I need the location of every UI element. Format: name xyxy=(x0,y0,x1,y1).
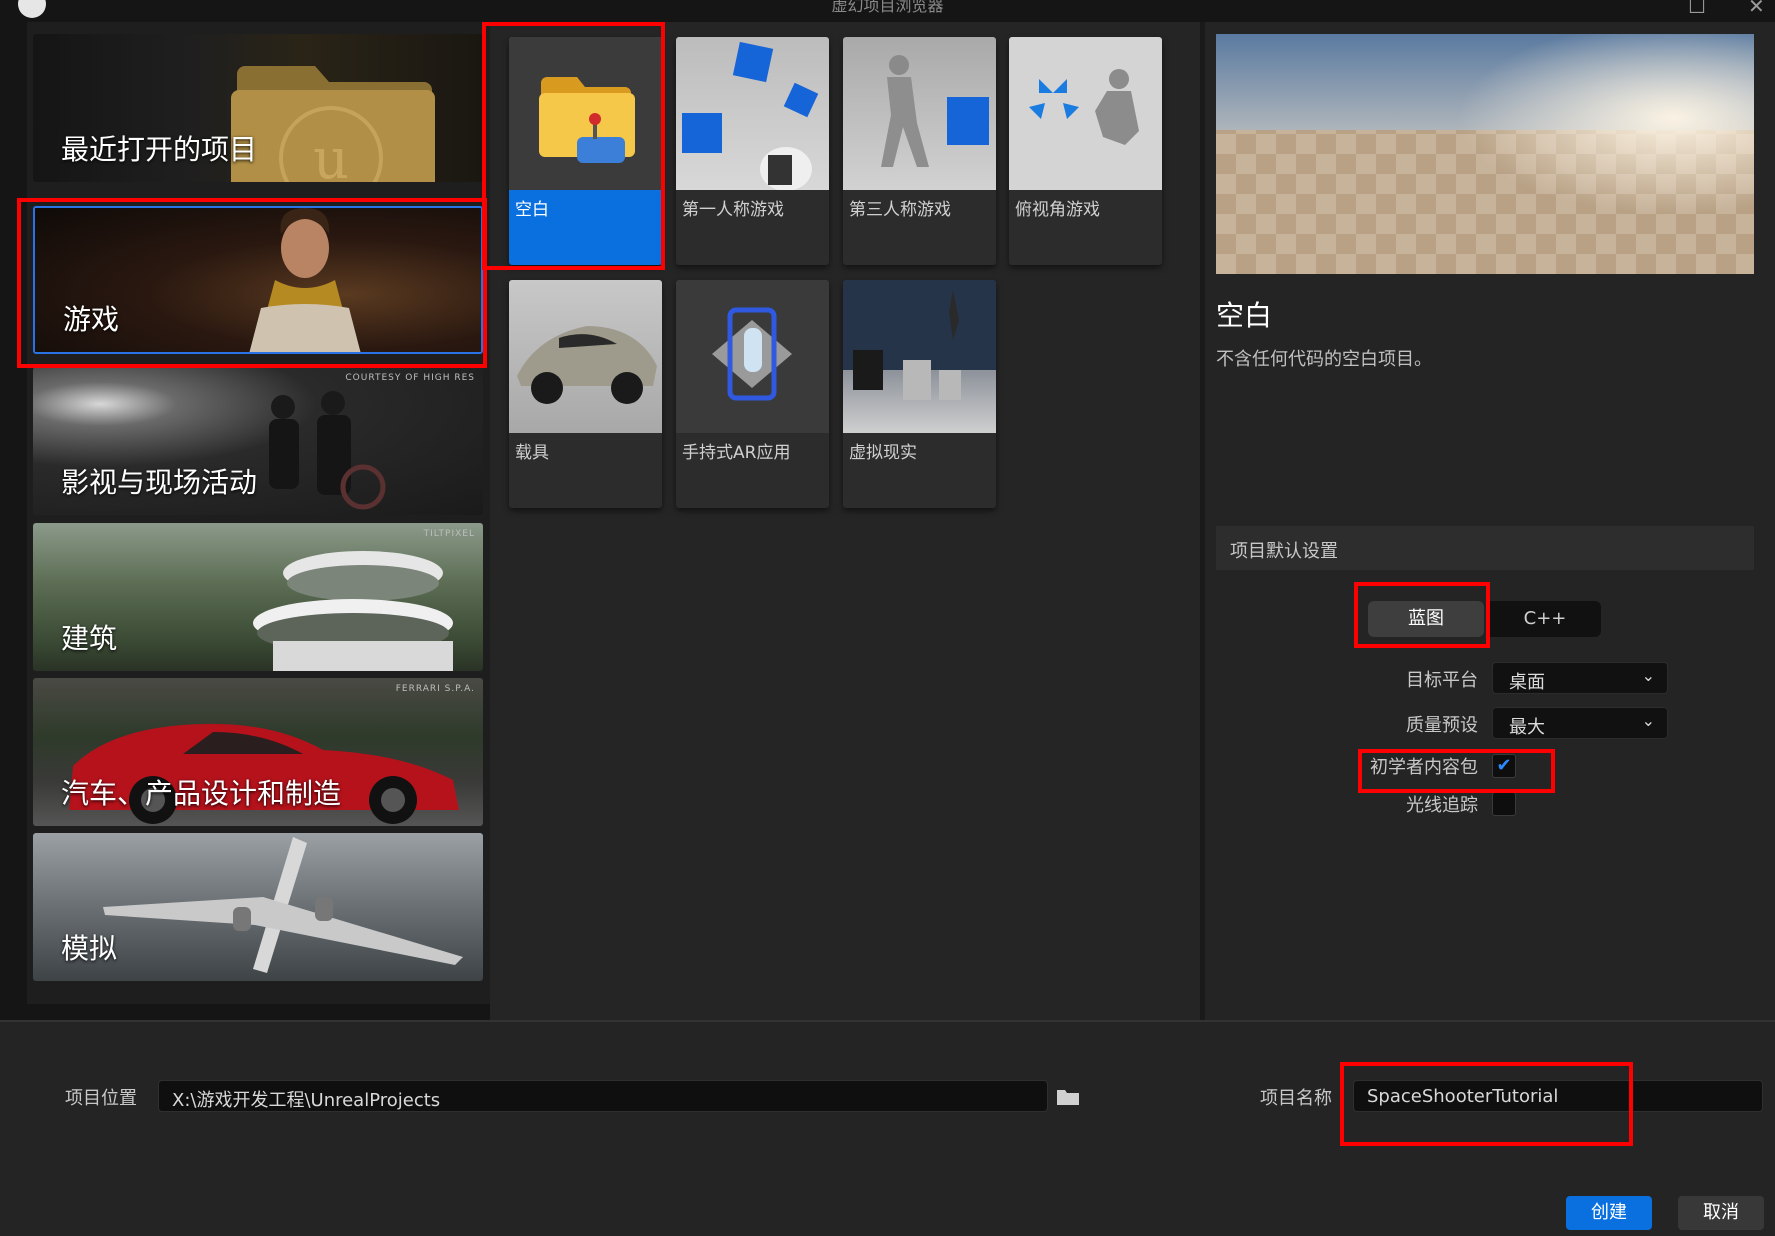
blueprint-toggle-button[interactable]: 蓝图 xyxy=(1368,601,1484,637)
project-location-input[interactable]: X:\游戏开发工程\UnrealProjects xyxy=(158,1080,1048,1112)
raytracing-label: 光线追踪 xyxy=(1406,795,1478,816)
top-down-icon xyxy=(1029,69,1139,145)
close-icon[interactable]: ✕ xyxy=(1748,0,1765,18)
vr-icon xyxy=(843,280,996,400)
category-automotive[interactable]: FERRARI S.P.A. 汽车、产品设计和制造 xyxy=(33,678,483,826)
project-location-label: 项目位置 xyxy=(65,1088,137,1109)
svg-text:u: u xyxy=(313,127,349,182)
quality-preset-label: 质量预设 xyxy=(1406,715,1478,736)
image-credit: TILTPIXEL xyxy=(423,529,475,539)
category-film-live-events[interactable]: COURTESY OF HIGH RES 影视与现场活动 xyxy=(33,367,483,515)
first-person-icon xyxy=(682,41,819,190)
template-first-person[interactable]: 第一人称游戏 xyxy=(676,37,829,265)
template-vehicle[interactable]: 载具 xyxy=(509,280,662,508)
template-third-person[interactable]: 第三人称游戏 xyxy=(843,37,996,265)
raytracing-checkbox[interactable] xyxy=(1492,792,1516,816)
template-label: 俯视角游戏 xyxy=(1015,200,1100,220)
template-label: 虚拟现实 xyxy=(849,443,917,463)
checkmark-icon: ✔ xyxy=(1496,755,1512,776)
template-blank[interactable]: 空白 xyxy=(509,37,662,265)
cancel-button[interactable]: 取消 xyxy=(1678,1196,1764,1230)
template-handheld-ar[interactable]: 手持式AR应用 xyxy=(676,280,829,508)
cpp-toggle-button[interactable]: C++ xyxy=(1489,601,1601,637)
category-label: 影视与现场活动 xyxy=(61,466,258,499)
target-platform-label: 目标平台 xyxy=(1406,670,1478,691)
selected-template-title: 空白 xyxy=(1216,299,1273,332)
title-bar: 虚幻项目浏览器 ☐ ✕ xyxy=(0,0,1775,22)
category-simulation[interactable]: 模拟 xyxy=(33,833,483,981)
category-label: 最近打开的项目 xyxy=(61,133,258,166)
template-label: 载具 xyxy=(515,443,549,463)
template-vr[interactable]: 虚拟现实 xyxy=(843,280,996,508)
third-person-icon xyxy=(881,55,989,167)
character-portrait-icon xyxy=(249,208,361,352)
vehicle-icon xyxy=(517,326,657,404)
bottom-bar xyxy=(0,1020,1775,1236)
create-button[interactable]: 创建 xyxy=(1566,1196,1652,1230)
category-label: 汽车、产品设计和制造 xyxy=(61,777,342,810)
template-label: 第三人称游戏 xyxy=(849,200,951,220)
dropdown-value: 最大 xyxy=(1509,717,1545,738)
category-label: 游戏 xyxy=(63,303,120,336)
section-title: 项目默认设置 xyxy=(1230,541,1338,562)
input-value: X:\游戏开发工程\UnrealProjects xyxy=(172,1090,441,1111)
image-credit: FERRARI S.P.A. xyxy=(395,684,475,694)
building-icon xyxy=(253,551,453,671)
quality-preset-dropdown[interactable]: 最大 ⌄ xyxy=(1492,707,1668,739)
template-label: 第一人称游戏 xyxy=(682,200,784,220)
window-title: 虚幻项目浏览器 xyxy=(831,0,944,15)
maximize-icon[interactable]: ☐ xyxy=(1688,0,1706,18)
starter-content-label: 初学者内容包 xyxy=(1370,757,1478,778)
category-label: 模拟 xyxy=(61,932,118,965)
template-preview-image xyxy=(1216,34,1754,274)
project-defaults-header: 项目默认设置 xyxy=(1216,526,1754,570)
category-label: 建筑 xyxy=(61,622,118,655)
ar-phone-icon xyxy=(712,307,792,401)
chevron-down-icon: ⌄ xyxy=(1641,666,1655,685)
starter-content-checkbox[interactable]: ✔ xyxy=(1492,754,1516,778)
input-value: SpaceShooterTutorial xyxy=(1367,1086,1559,1107)
dropdown-value: 桌面 xyxy=(1509,672,1545,693)
category-games[interactable]: 游戏 xyxy=(33,206,483,354)
selected-template-description: 不含任何代码的空白项目。 xyxy=(1216,349,1432,370)
template-label: 手持式AR应用 xyxy=(682,443,791,463)
template-top-down[interactable]: 俯视角游戏 xyxy=(1009,37,1162,265)
project-name-input[interactable]: SpaceShooterTutorial xyxy=(1353,1080,1763,1112)
template-label: 空白 xyxy=(515,200,549,220)
airplane-icon xyxy=(103,837,463,973)
category-recent-projects[interactable]: u 最近打开的项目 xyxy=(33,34,483,182)
chevron-down-icon: ⌄ xyxy=(1641,711,1655,730)
project-name-label: 项目名称 xyxy=(1260,1088,1332,1109)
browse-folder-icon[interactable] xyxy=(1055,1087,1081,1107)
target-platform-dropdown[interactable]: 桌面 ⌄ xyxy=(1492,662,1668,694)
folder-controller-icon xyxy=(539,77,635,163)
category-architecture[interactable]: TILTPIXEL 建筑 xyxy=(33,523,483,671)
image-credit: COURTESY OF HIGH RES xyxy=(345,373,475,383)
